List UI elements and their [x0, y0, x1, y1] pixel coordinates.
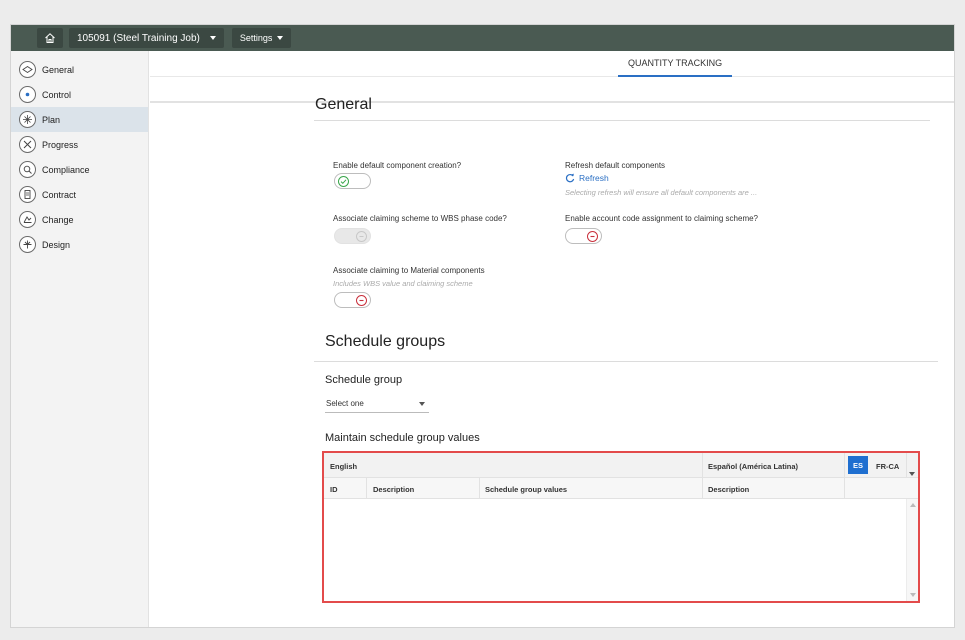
- job-selector[interactable]: 105091 (Steel Training Job): [69, 28, 224, 48]
- plan-icon: [19, 111, 36, 128]
- home-icon: [45, 33, 55, 43]
- lang-frca-button[interactable]: FR-CA: [876, 462, 899, 471]
- tab-bar: QUANTITY TRACKING: [150, 51, 954, 77]
- progress-icon: [19, 136, 36, 153]
- compliance-icon: [19, 161, 36, 178]
- sidebar-item-label: General: [42, 64, 75, 75]
- job-label: 105091 (Steel Training Job): [77, 32, 200, 44]
- control-icon: [19, 86, 36, 103]
- lang-spanish-header: Español (América Latina): [708, 462, 799, 471]
- schedule-group-label: Schedule group: [325, 374, 403, 386]
- sidebar-item-label: Compliance: [42, 164, 90, 175]
- grid-language-row: English Español (América Latina) ES FR-C…: [324, 453, 918, 499]
- sidebar-item-label: Control: [42, 89, 72, 100]
- refresh-link-label: Refresh: [579, 173, 609, 183]
- lang-es-button[interactable]: ES: [848, 456, 868, 474]
- assoc-material-toggle[interactable]: [334, 292, 371, 308]
- sidebar-item-compliance[interactable]: Compliance: [11, 157, 148, 182]
- grid-header-row: ID Description Schedule group values Des…: [324, 478, 918, 499]
- sidebar-item-contract[interactable]: Contract: [11, 182, 148, 207]
- sidebar-item-label: Design: [42, 239, 71, 250]
- assoc-material-hint: Includes WBS value and claiming scheme: [333, 279, 473, 288]
- sidebar-item-general[interactable]: General: [11, 57, 148, 82]
- schedule-section-header: Schedule groups: [314, 328, 938, 362]
- column-divider: [844, 453, 845, 478]
- sidebar: General Control Plan Progress Compliance…: [11, 51, 149, 627]
- sidebar-item-progress[interactable]: Progress: [11, 132, 148, 157]
- enable-default-label: Enable default component creation?: [333, 161, 462, 170]
- sidebar-item-label: Contract: [42, 189, 77, 200]
- lang-english-header: English: [330, 462, 358, 471]
- assoc-material-label: Associate claiming to Material component…: [333, 266, 485, 275]
- home-button[interactable]: [37, 28, 63, 48]
- column-divider: [479, 478, 480, 499]
- sidebar-item-control[interactable]: Control: [11, 82, 148, 107]
- enable-default-toggle[interactable]: [334, 173, 371, 189]
- sidebar-item-design[interactable]: Design: [11, 232, 148, 257]
- sidebar-item-change[interactable]: Change: [11, 207, 148, 232]
- column-divider: [702, 453, 703, 478]
- schedule-values-grid: English Español (América Latina) ES FR-C…: [322, 451, 920, 603]
- check-icon: [338, 176, 349, 187]
- refresh-default-label: Refresh default components: [565, 161, 666, 170]
- minus-icon: [587, 231, 598, 242]
- refresh-icon: [565, 173, 575, 183]
- settings-menu[interactable]: Settings: [231, 28, 292, 48]
- top-bar: 105091 (Steel Training Job) Settings: [11, 25, 954, 51]
- column-divider: [844, 478, 845, 499]
- assoc-wbs-label: Associate claiming scheme to WBS phase c…: [333, 214, 507, 223]
- settings-label: Settings: [239, 33, 273, 43]
- sidebar-item-label: Change: [42, 214, 74, 225]
- sidebar-item-label: Progress: [42, 139, 79, 150]
- column-divider: [702, 478, 703, 499]
- column-header-description[interactable]: Description: [373, 485, 414, 494]
- minus-icon: [356, 231, 367, 242]
- section-title-general: General: [314, 90, 930, 121]
- chevron-down-icon: [909, 472, 915, 476]
- schedule-group-select[interactable]: Select one: [325, 395, 429, 413]
- refresh-hint: Selecting refresh will ensure all defaul…: [565, 188, 758, 197]
- tab-quantity-tracking[interactable]: QUANTITY TRACKING: [618, 51, 733, 77]
- section-title-schedule-groups: Schedule groups: [325, 333, 446, 350]
- column-header-description-translated[interactable]: Description: [708, 485, 749, 494]
- scroll-down-icon[interactable]: [910, 593, 916, 597]
- sidebar-item-plan[interactable]: Plan: [11, 107, 148, 132]
- enable-account-toggle[interactable]: [565, 228, 602, 244]
- change-icon: [19, 211, 36, 228]
- chevron-down-icon: [277, 36, 284, 40]
- grid-scrollbar[interactable]: [906, 499, 918, 601]
- refresh-link[interactable]: Refresh: [565, 173, 609, 183]
- sidebar-item-label: Plan: [42, 114, 61, 125]
- main-content: General: [314, 90, 930, 121]
- design-icon: [19, 236, 36, 253]
- assoc-wbs-toggle[interactable]: [334, 228, 371, 244]
- column-header-schedule-group-values[interactable]: Schedule group values: [485, 485, 567, 494]
- column-header-id[interactable]: ID: [330, 485, 338, 494]
- maintain-values-label: Maintain schedule group values: [325, 432, 480, 444]
- enable-account-label: Enable account code assignment to claimi…: [565, 214, 758, 223]
- column-divider: [366, 478, 367, 499]
- scroll-up-icon[interactable]: [910, 503, 916, 507]
- chevron-down-icon: [209, 36, 216, 40]
- chevron-down-icon: [419, 401, 425, 406]
- schedule-group-select-value: Select one: [326, 399, 364, 408]
- contract-icon: [19, 186, 36, 203]
- general-icon: [19, 61, 36, 78]
- minus-icon: [356, 295, 367, 306]
